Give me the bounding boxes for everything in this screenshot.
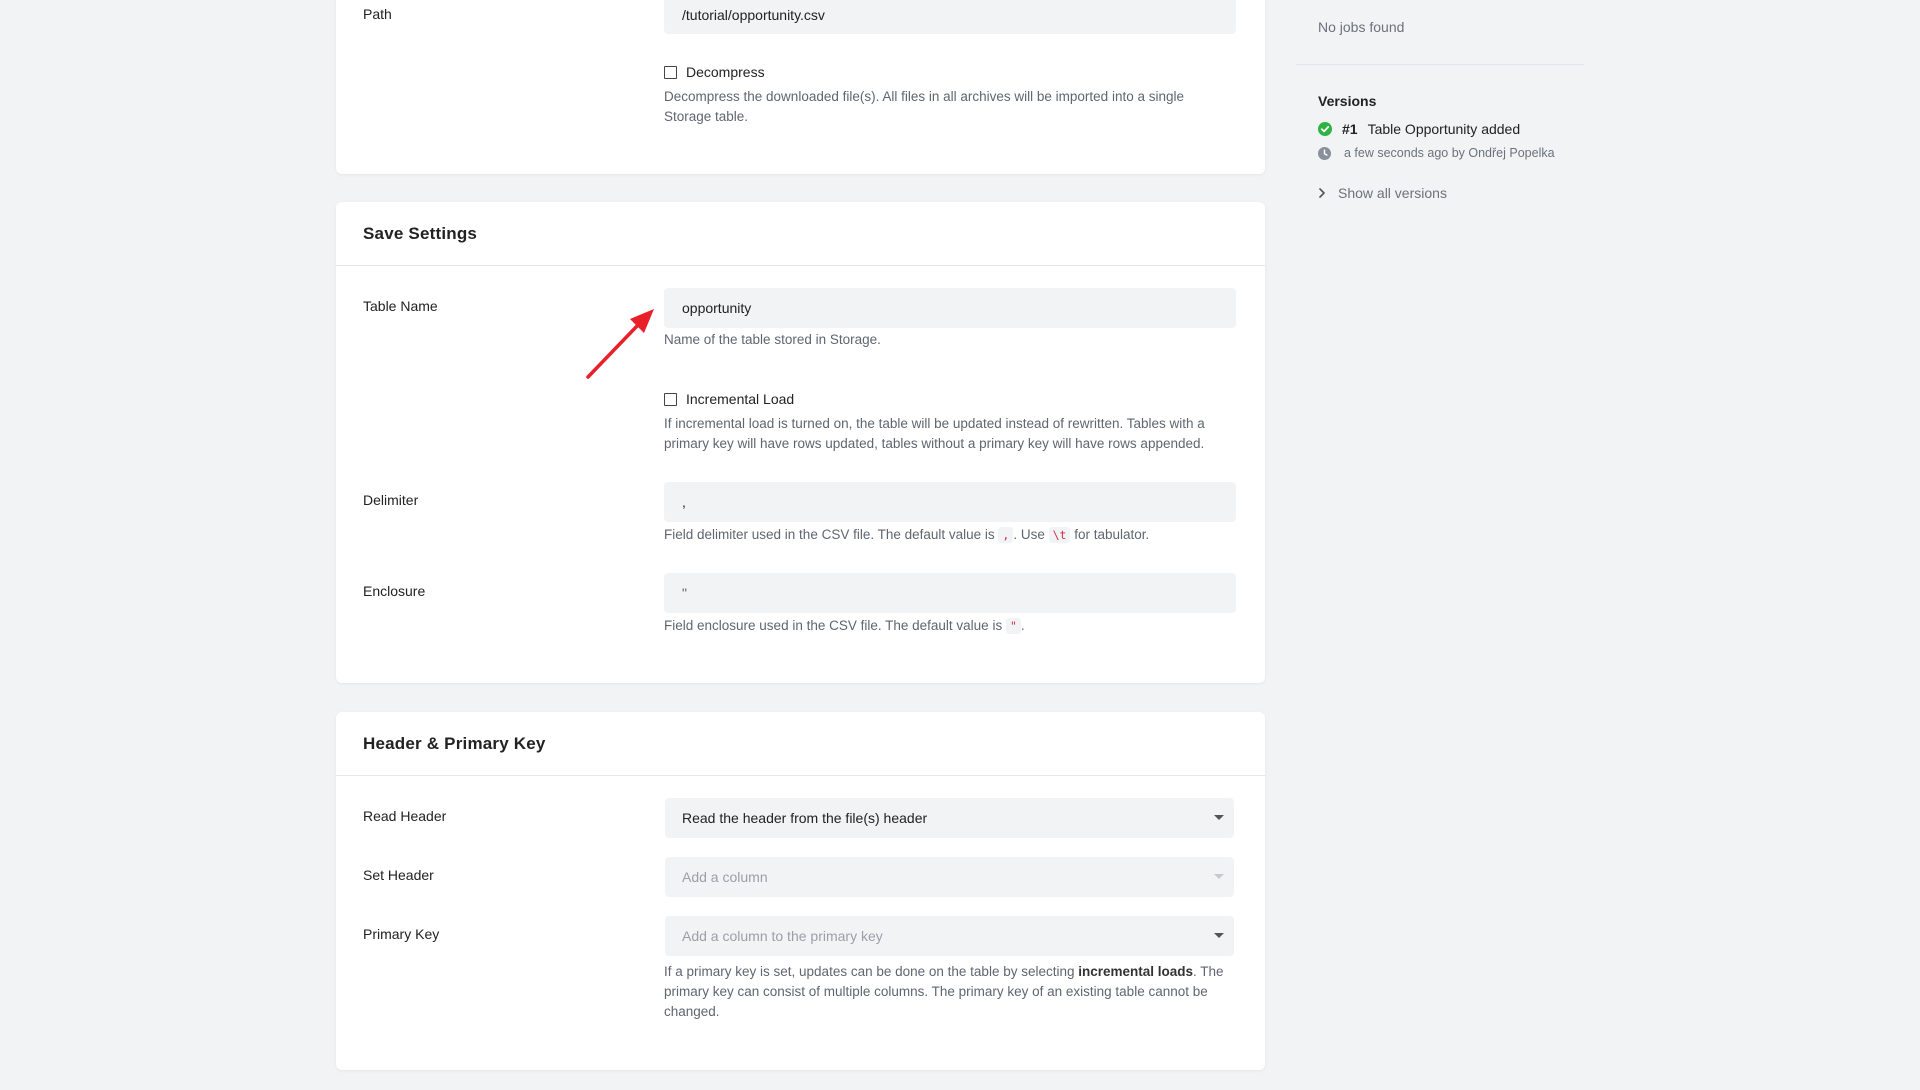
read-header-value: Read the header from the file(s) header <box>682 810 928 826</box>
save-settings-card: Save Settings Table Name opportunity Nam… <box>336 202 1265 683</box>
incremental-load-label: Incremental Load <box>686 391 795 407</box>
code-comma: , <box>998 527 1014 543</box>
caret-down-icon <box>1214 874 1224 879</box>
enclosure-input[interactable]: " <box>664 573 1236 613</box>
version-description: Table Opportunity added <box>1367 121 1521 137</box>
checkbox-icon <box>664 65 677 79</box>
delimiter-input[interactable]: , <box>664 482 1236 522</box>
primary-key-select[interactable]: Add a column to the primary key <box>665 916 1234 956</box>
version-item[interactable]: #1 Table Opportunity added <box>1318 121 1520 137</box>
sidebar-divider <box>1296 64 1584 65</box>
table-name-label: Table Name <box>363 298 438 314</box>
table-name-help: Name of the table stored in Storage. <box>664 332 881 347</box>
arrow-annotation-icon <box>586 309 654 379</box>
clock-icon <box>1318 146 1331 160</box>
save-settings-title: Save Settings <box>336 202 1265 266</box>
code-tab: \t <box>1048 527 1071 543</box>
header-primary-key-title: Header & Primary Key <box>336 712 1265 776</box>
decompress-label: Decompress <box>686 64 765 80</box>
set-header-select[interactable]: Add a column <box>665 857 1234 897</box>
version-meta: a few seconds ago by Ondřej Popelka <box>1318 146 1555 160</box>
check-circle-icon <box>1318 122 1332 136</box>
checkbox-icon <box>664 392 677 406</box>
chevron-right-icon <box>1319 188 1325 198</box>
delimiter-label: Delimiter <box>363 492 419 508</box>
read-header-select[interactable]: Read the header from the file(s) header <box>665 798 1234 838</box>
source-settings-card: Path /tutorial/opportunity.csv Decompres… <box>336 0 1265 174</box>
enclosure-help: Field enclosure used in the CSV file. Th… <box>664 618 1025 634</box>
incremental-load-checkbox[interactable]: Incremental Load <box>664 391 794 407</box>
decompress-help: Decompress the downloaded file(s). All f… <box>664 89 1184 124</box>
primary-key-help: If a primary key is set, updates can be … <box>664 964 1224 1019</box>
caret-down-icon <box>1214 933 1224 938</box>
read-header-label: Read Header <box>363 808 447 824</box>
set-header-label: Set Header <box>363 867 434 883</box>
incremental-load-help: If incremental load is turned on, the ta… <box>664 416 1205 451</box>
version-number: #1 <box>1342 121 1358 137</box>
path-label: Path <box>363 6 392 22</box>
header-primary-key-card: Header & Primary Key Read Header Read th… <box>336 712 1265 1070</box>
primary-key-label: Primary Key <box>363 926 440 942</box>
delimiter-help: Field delimiter used in the CSV file. Th… <box>664 527 1150 543</box>
caret-down-icon <box>1214 815 1224 820</box>
enclosure-label: Enclosure <box>363 583 426 599</box>
primary-key-placeholder: Add a column to the primary key <box>682 928 883 944</box>
code-quote: " <box>1005 618 1021 634</box>
set-header-placeholder: Add a column <box>682 869 768 885</box>
show-all-versions-link[interactable]: Show all versions <box>1318 185 1447 201</box>
path-input[interactable]: /tutorial/opportunity.csv <box>664 0 1236 34</box>
versions-title: Versions <box>1318 93 1377 109</box>
table-name-input[interactable]: opportunity <box>664 288 1236 328</box>
decompress-checkbox[interactable]: Decompress <box>664 64 765 80</box>
no-jobs-text: No jobs found <box>1318 19 1405 35</box>
